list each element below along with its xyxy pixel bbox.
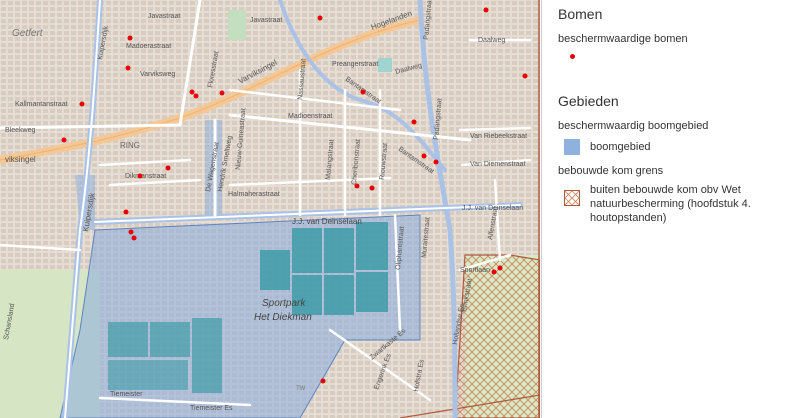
tree-point[interactable]	[165, 165, 171, 171]
label-madoerastraat: Madoerastraat	[126, 43, 171, 50]
label-daalweg: Daalweg	[478, 37, 505, 44]
tree-point[interactable]	[125, 65, 131, 71]
tree-point[interactable]	[320, 378, 326, 384]
green-pocket	[228, 10, 246, 40]
label-tiemeister-es: Tiemeister Es	[190, 405, 233, 412]
tree-point[interactable]	[411, 119, 417, 125]
tree-point[interactable]	[189, 89, 195, 95]
tree-point[interactable]	[360, 89, 366, 95]
tree-point[interactable]	[369, 185, 375, 191]
tree-point[interactable]	[61, 137, 67, 143]
tree-point[interactable]	[491, 269, 497, 275]
legend-kom-label-line3: houtopstanden)	[590, 212, 667, 224]
legend-boomgebied-label: boomgebied	[590, 141, 651, 153]
label-het-diekman: Het Diekman	[254, 312, 312, 323]
label-tw: TW	[296, 386, 306, 392]
legend-kom-swatch	[564, 190, 580, 206]
map-canvas[interactable]: Getfert Javastraat Javastraat Madoerastr…	[0, 0, 540, 418]
tree-point[interactable]	[421, 153, 427, 159]
map-view[interactable]: Getfert Javastraat Javastraat Madoerastr…	[0, 0, 540, 418]
tree-point[interactable]	[131, 235, 137, 241]
tree-point[interactable]	[137, 173, 143, 179]
legend-areas-subtitle: beschermwaardig boomgebied	[558, 120, 709, 132]
tree-point[interactable]	[354, 183, 360, 189]
legend-trees-subtitle: beschermwaardige bomen	[558, 33, 688, 45]
label-bleekweg: Bleekweg	[5, 127, 35, 134]
label-kallmantanstraat: Kallmantanstraat	[15, 101, 68, 108]
label-van-riebeekstraat: Van Riebeekstraat	[470, 133, 527, 140]
label-viksingel: viksingel	[5, 155, 36, 164]
legend-boomgebied-swatch	[564, 139, 580, 155]
label-javastraat-2: Javastraat	[250, 17, 282, 24]
tree-point[interactable]	[127, 35, 133, 41]
water-pond	[378, 58, 392, 72]
legend-kom-label-line2: natuurbescherming (hoofdstuk 4.	[590, 198, 751, 210]
label-van-diemenstraat: Van Diemenstraat	[470, 161, 526, 168]
label-jj-deinselaan: J.J. van Deinselaan	[292, 217, 362, 226]
label-varviksweg: Varviksweg	[140, 71, 175, 78]
tree-point[interactable]	[497, 265, 503, 271]
label-javastraat: Javastraat	[148, 13, 180, 20]
legend-panel: Bomen beschermwaardige bomen Gebieden be…	[541, 0, 798, 418]
legend-section-bomen: Bomen	[558, 6, 603, 22]
label-madioenstraat: Madioenstraat	[288, 113, 332, 120]
legend-kom-label-line1: buiten bebouwde kom obv Wet	[590, 184, 741, 196]
label-sportlaan: Sportlaan	[460, 267, 490, 274]
tree-point[interactable]	[219, 90, 225, 96]
label-getfert: Getfert	[12, 28, 44, 39]
legend-tree-symbol	[570, 54, 575, 59]
label-halmaherastraat: Halmaherastraat	[228, 191, 280, 198]
tree-point[interactable]	[193, 93, 199, 99]
legend-kom-subtitle: bebouwde kom grens	[558, 165, 664, 177]
label-tiemeister: Tiemeister	[110, 391, 143, 398]
legend-section-gebieden: Gebieden	[558, 93, 619, 109]
tree-point[interactable]	[522, 73, 528, 79]
label-dikmanstraat: Dikmanstraat	[125, 173, 166, 180]
label-preangerstraat: Preangerstraat	[332, 61, 378, 68]
tree-point[interactable]	[79, 101, 85, 107]
tree-point[interactable]	[317, 15, 323, 21]
label-ring: RING	[120, 141, 140, 150]
tree-point[interactable]	[123, 209, 129, 215]
tree-point[interactable]	[433, 159, 439, 165]
tree-point[interactable]	[483, 7, 489, 13]
tree-point[interactable]	[128, 229, 134, 235]
label-sportpark: Sportpark	[262, 298, 306, 309]
